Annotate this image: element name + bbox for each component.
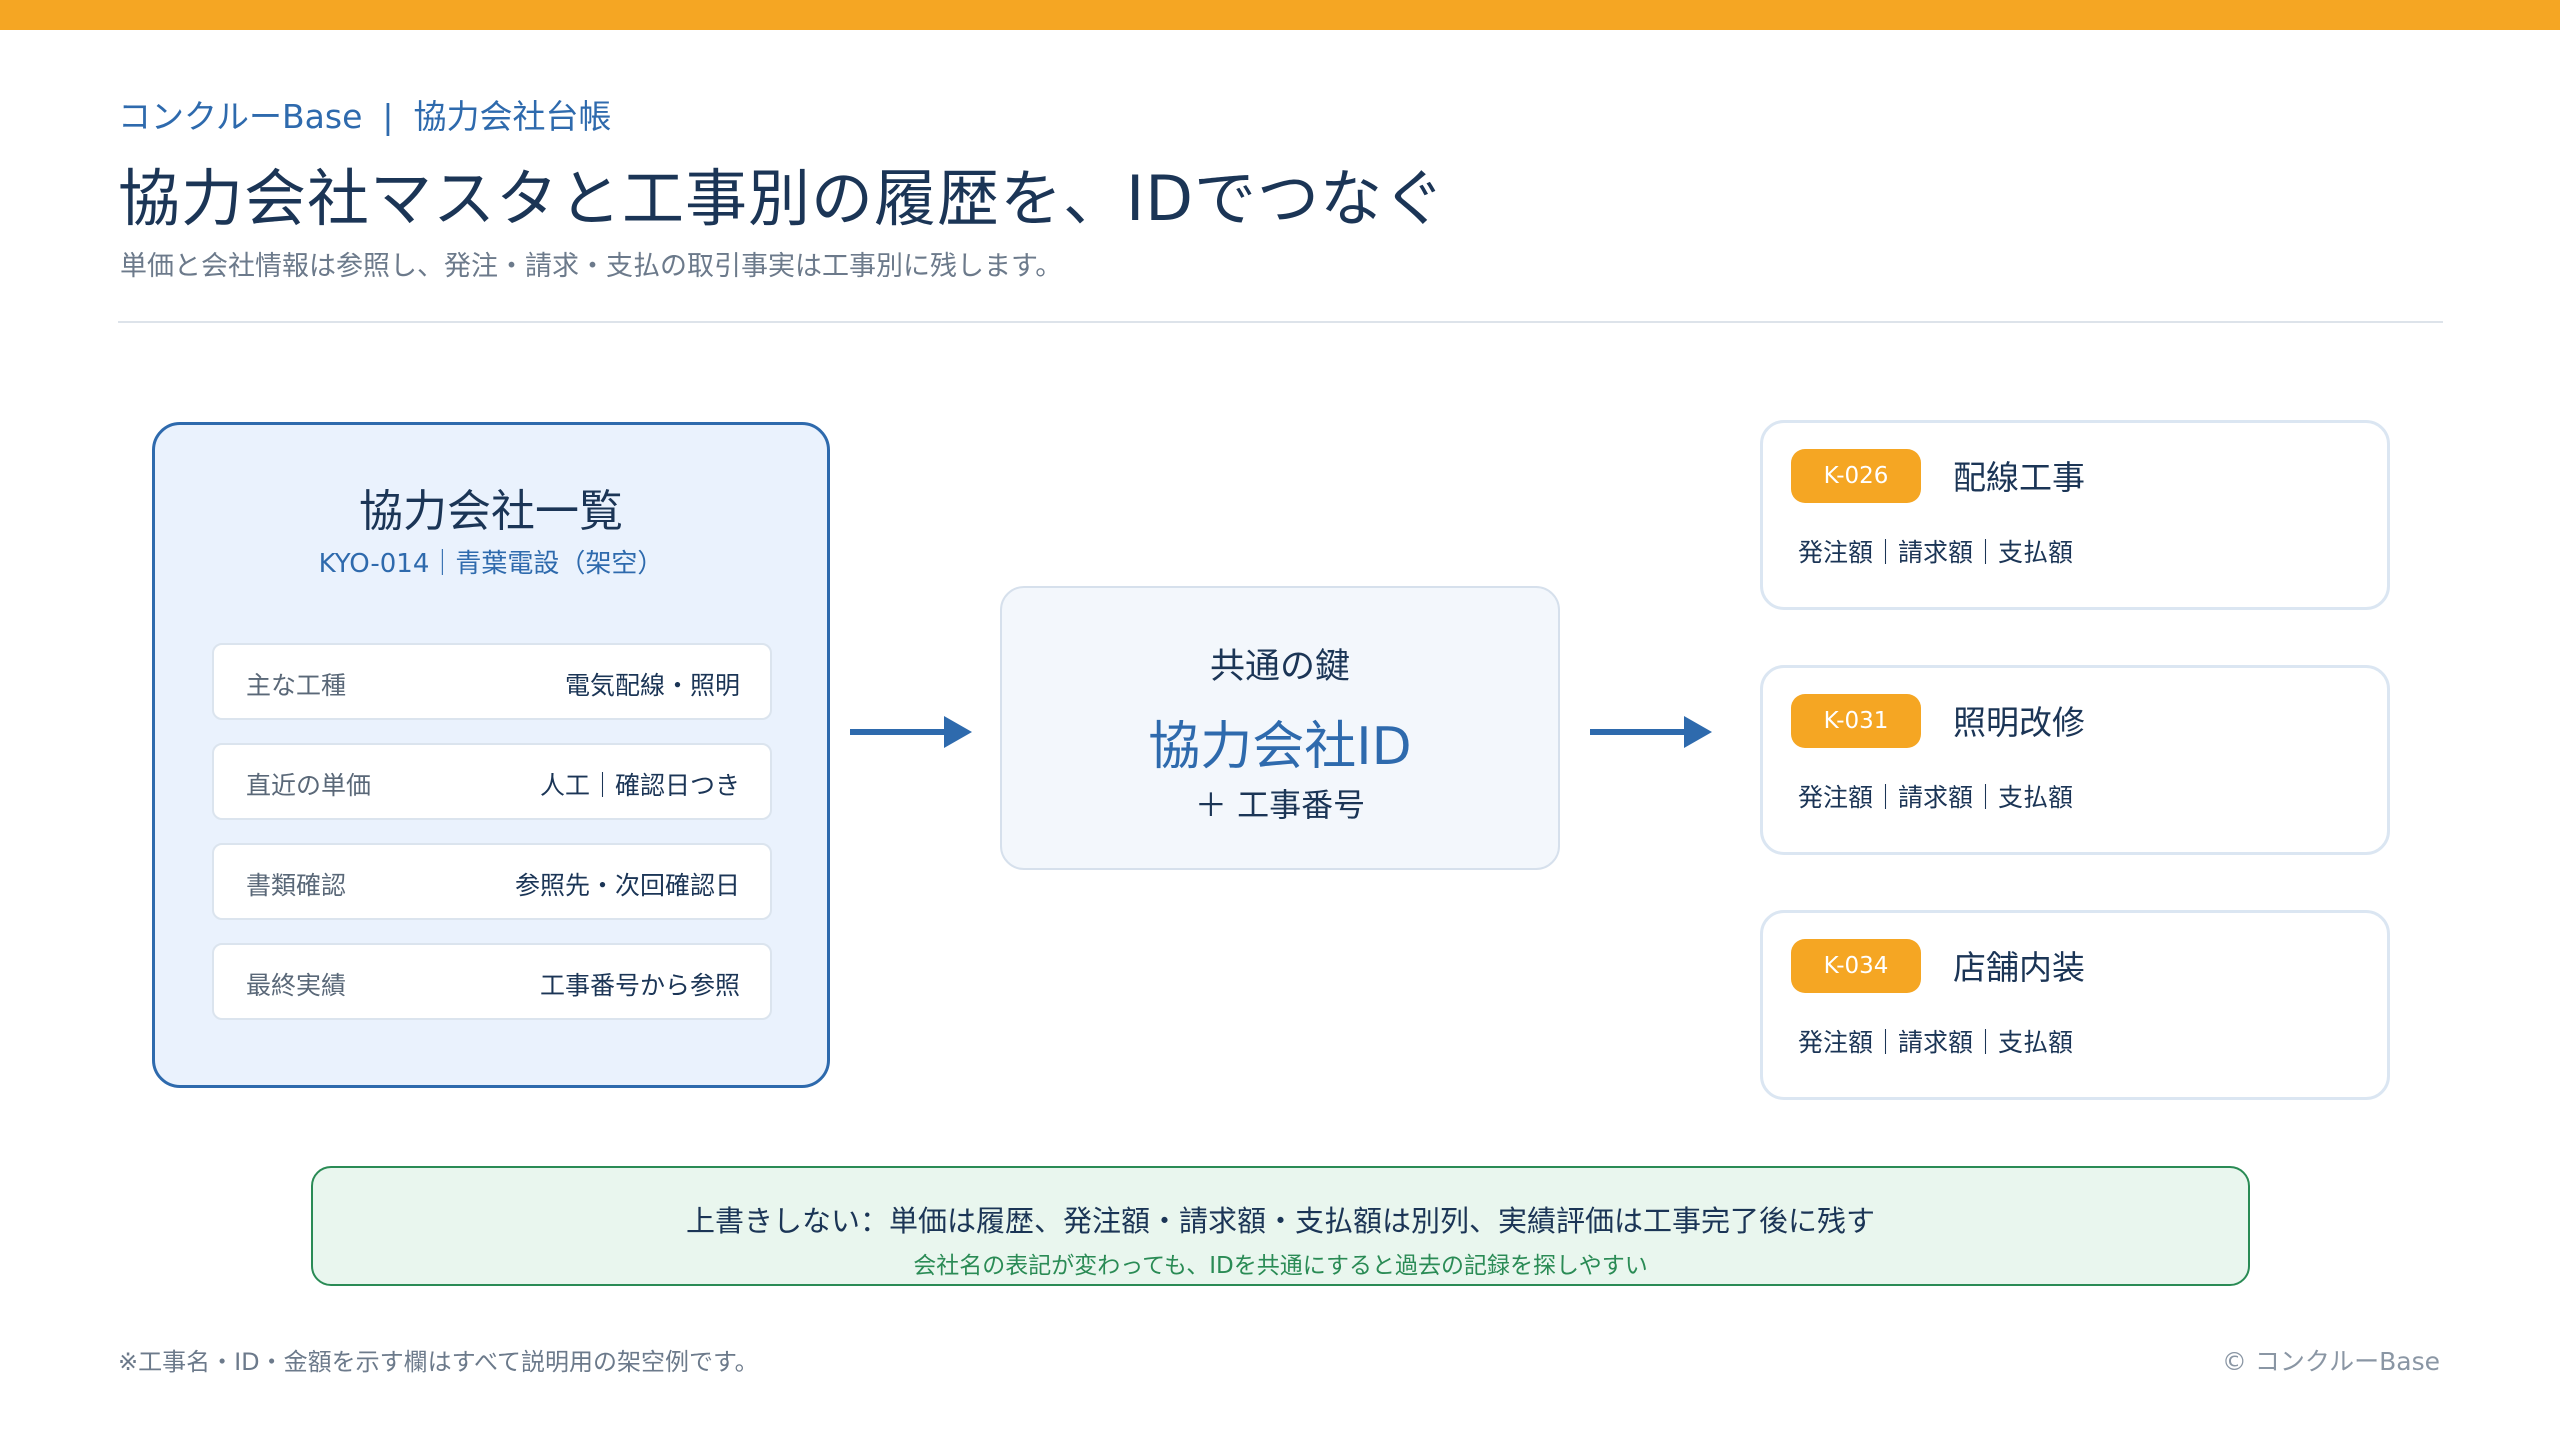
breadcrumb-separator: | bbox=[382, 97, 394, 136]
key-main: 協力会社ID bbox=[1148, 717, 1412, 777]
master-row: 主な工種 電気配線・照明 bbox=[212, 643, 772, 720]
key-label: 共通の鍵 bbox=[1209, 647, 1350, 687]
master-title: 協力会社一覧 bbox=[359, 486, 623, 537]
project-name: 照明改修 bbox=[1953, 703, 2085, 742]
master-row-value: 人工｜確認日つき bbox=[539, 771, 740, 800]
breadcrumb: コンクルーBase | 協力会社台帳 bbox=[118, 90, 612, 138]
no-overwrite-note: 上書きしない：単価は履歴、発注額・請求額・支払額は別列、実績評価は工事完了後に残… bbox=[311, 1166, 2250, 1286]
breadcrumb-section[interactable]: 協力会社台帳 bbox=[414, 97, 612, 136]
page-subtitle: 単価と会社情報は参照し、発注・請求・支払の取引事実は工事別に残します。 bbox=[120, 251, 1063, 282]
project-id-badge: K-031 bbox=[1791, 694, 1921, 748]
master-subtitle: KYO-014｜青葉電設（架空） bbox=[318, 549, 664, 579]
arrow-right-icon bbox=[1590, 712, 1712, 752]
master-row: 最終実績 工事番号から参照 bbox=[212, 943, 772, 1020]
arrow-right-icon bbox=[850, 712, 972, 752]
top-accent-bar bbox=[0, 0, 2560, 30]
master-row: 書類確認 参照先・次回確認日 bbox=[212, 843, 772, 920]
header-divider bbox=[118, 321, 2443, 323]
partner-master-card: 協力会社一覧 KYO-014｜青葉電設（架空） 主な工種 電気配線・照明 直近の… bbox=[152, 422, 830, 1088]
note-main: 上書きしない：単価は履歴、発注額・請求額・支払額は別列、実績評価は工事完了後に残… bbox=[685, 1204, 1875, 1238]
master-row-label: 主な工種 bbox=[246, 671, 347, 700]
breadcrumb-app[interactable]: コンクルーBase bbox=[118, 97, 362, 136]
common-key-card: 共通の鍵 協力会社ID ＋ 工事番号 bbox=[1000, 586, 1560, 870]
key-plus: ＋ 工事番号 bbox=[1194, 786, 1366, 824]
copyright: © コンクルーBase bbox=[2221, 1347, 2440, 1376]
project-card: K-034 店舗内装 発注額｜請求額｜支払額 bbox=[1760, 910, 2390, 1100]
note-sub: 会社名の表記が変わっても、IDを共通にすると過去の記録を探しやすい bbox=[913, 1253, 1648, 1279]
project-card: K-031 照明改修 発注額｜請求額｜支払額 bbox=[1760, 665, 2390, 855]
project-card: K-026 配線工事 発注額｜請求額｜支払額 bbox=[1760, 420, 2390, 610]
project-id-badge: K-034 bbox=[1791, 939, 1921, 993]
project-fields: 発注額｜請求額｜支払額 bbox=[1798, 783, 2074, 812]
master-row-value: 工事番号から参照 bbox=[539, 971, 740, 1000]
master-row: 直近の単価 人工｜確認日つき bbox=[212, 743, 772, 820]
footnote: ※工事名・ID・金額を示す欄はすべて説明用の架空例です。 bbox=[118, 1348, 759, 1376]
project-name: 配線工事 bbox=[1953, 458, 2085, 497]
master-row-value: 電気配線・照明 bbox=[564, 671, 740, 700]
project-fields: 発注額｜請求額｜支払額 bbox=[1798, 1028, 2074, 1057]
master-row-label: 書類確認 bbox=[246, 871, 347, 900]
page-title: 協力会社マスタと工事別の履歴を、IDでつなぐ bbox=[118, 162, 1447, 235]
project-fields: 発注額｜請求額｜支払額 bbox=[1798, 538, 2074, 567]
master-row-label: 最終実績 bbox=[246, 971, 347, 1000]
master-row-label: 直近の単価 bbox=[246, 771, 372, 800]
project-id-badge: K-026 bbox=[1791, 449, 1921, 503]
master-row-value: 参照先・次回確認日 bbox=[514, 871, 740, 900]
project-name: 店舗内装 bbox=[1953, 948, 2085, 987]
